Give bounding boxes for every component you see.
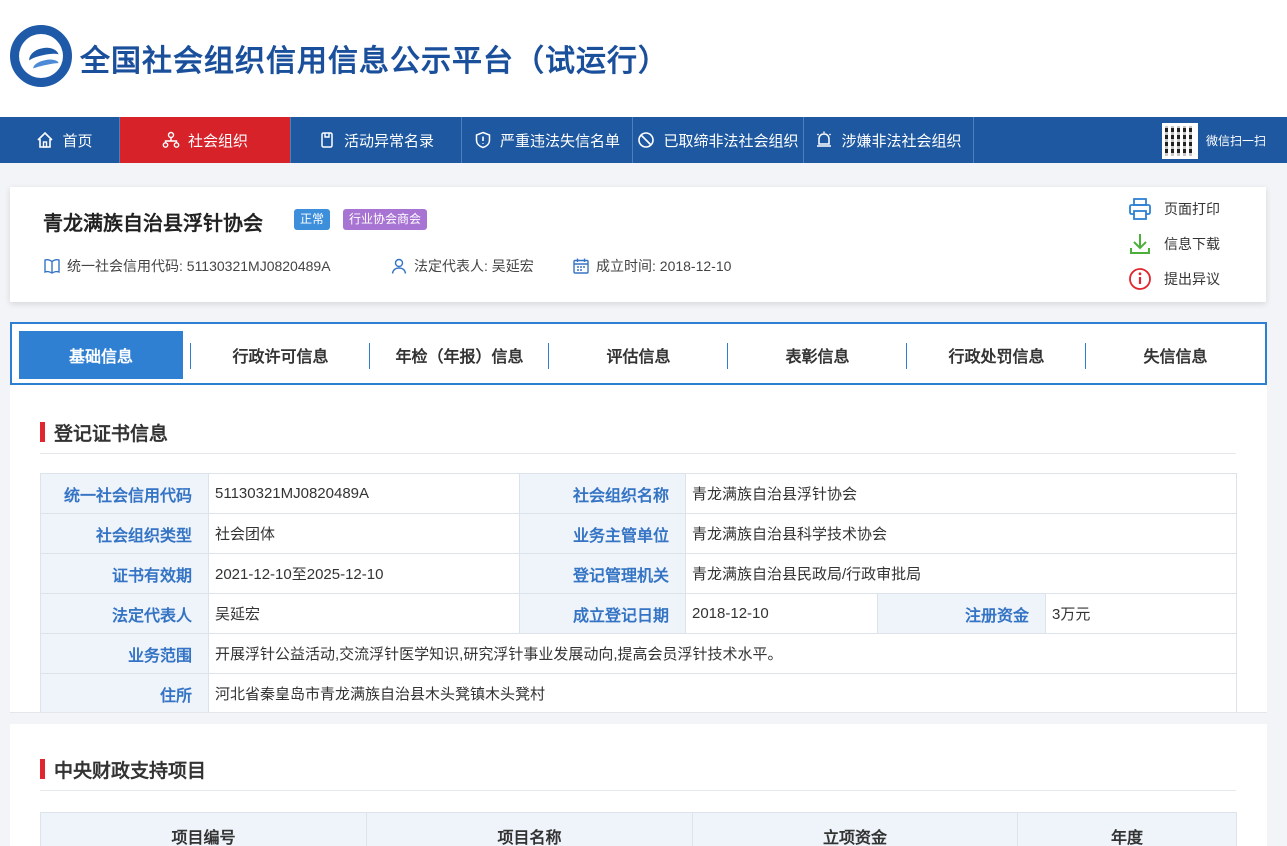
site-header: 全国社会组织信用信息公示平台（试运行） — [0, 0, 1287, 117]
raise-objection-button[interactable]: 提出异议 — [1128, 267, 1220, 291]
field-value: 2021-12-10至2025-12-10 — [208, 553, 520, 594]
legal-rep-text: 法定代表人: 吴延宏 — [414, 258, 534, 274]
field-label: 社会组织类型 — [40, 513, 209, 554]
section-title-projects: 中央财政支持项目 — [40, 756, 206, 783]
table-row: 证书有效期 2021-12-10至2025-12-10 登记管理机关 青龙满族自… — [40, 553, 1238, 594]
ban-icon — [638, 132, 655, 148]
download-info-button[interactable]: 信息下载 — [1128, 232, 1220, 256]
org-type-badge: 行业协会商会 — [343, 209, 428, 230]
field-label: 登记管理机关 — [519, 553, 686, 594]
field-value: 2018-12-10 — [685, 593, 878, 634]
column-header: 年度 — [1017, 812, 1237, 846]
document-icon — [321, 132, 333, 148]
field-label: 成立登记日期 — [519, 593, 686, 634]
print-page-button[interactable]: 页面打印 — [1128, 197, 1220, 221]
field-label: 业务主管单位 — [519, 513, 686, 554]
field-label: 注册资金 — [877, 593, 1046, 634]
field-value: 青龙满族自治县科学技术协会 — [684, 513, 1238, 554]
table-row: 统一社会信用代码 51130321MJ0820489A 社会组织名称 青龙满族自… — [40, 473, 1238, 514]
field-label: 统一社会信用代码 — [40, 473, 209, 514]
nav-item-suspected-illegal[interactable]: 涉嫌非法社会组织 — [804, 117, 974, 163]
nav-item-label: 社会组织 — [187, 132, 248, 150]
download-info-label: 信息下载 — [1164, 236, 1220, 252]
column-header: 立项资金 — [692, 812, 1018, 846]
nav-item-social-org[interactable]: 社会组织 — [120, 117, 291, 163]
meta-founded: 成立时间: 2018-12-10 — [572, 256, 731, 276]
tab-commendation[interactable]: 表彰信息 — [728, 331, 907, 379]
download-icon — [1130, 234, 1150, 254]
logo-emblem — [19, 34, 63, 78]
calendar-icon — [573, 258, 589, 274]
column-header: 项目编号 — [40, 812, 367, 846]
field-value: 吴延宏 — [208, 593, 520, 634]
section-divider — [10, 712, 1267, 724]
org-summary-card: 青龙满族自治县浮针协会 正常 行业协会商会 统一社会信用代码: 51130321… — [10, 187, 1266, 302]
site-title: 全国社会组织信用信息公示平台（试运行） — [80, 45, 669, 78]
site-logo[interactable] — [10, 25, 72, 87]
book-icon — [44, 258, 60, 274]
table-row: 住所 河北省秦皇岛市青龙满族自治县木头凳镇木头凳村 — [40, 673, 1238, 714]
info-tabs: 基础信息 行政许可信息 年检（年报）信息 评估信息 表彰信息 行政处罚信息 失信… — [10, 322, 1267, 385]
content-panel: 登记证书信息 统一社会信用代码 51130321MJ0820489A 社会组织名… — [10, 385, 1267, 846]
table-header-row: 项目编号 项目名称 立项资金 年度 — [40, 812, 1237, 846]
info-circle-icon — [1129, 268, 1151, 290]
org-chart-icon — [162, 131, 180, 148]
status-badge: 正常 — [294, 209, 331, 230]
field-label: 住所 — [40, 673, 209, 714]
nav-item-home[interactable]: 首页 — [10, 117, 120, 163]
alert-icon — [817, 131, 832, 147]
founded-text: 成立时间: 2018-12-10 — [596, 258, 732, 274]
tab-evaluation[interactable]: 评估信息 — [549, 331, 728, 379]
projects-table: 项目编号 项目名称 立项资金 年度 — [40, 812, 1237, 846]
nav-item-label: 首页 — [62, 132, 93, 150]
nav-item-label: 活动异常名录 — [343, 132, 434, 150]
field-value: 3万元 — [1044, 593, 1238, 634]
raise-objection-label: 提出异议 — [1164, 271, 1220, 287]
main-nav: 首页 社会组织 活动异常名录 严重违法失信名单 已取缔非法社会组织 涉嫌非法社会… — [0, 117, 1287, 163]
field-value: 社会团体 — [208, 513, 520, 554]
tab-admin-penalty[interactable]: 行政处罚信息 — [907, 331, 1086, 379]
credit-code-text: 统一社会信用代码: 51130321MJ0820489A — [67, 258, 331, 274]
certificate-table: 统一社会信用代码 51130321MJ0820489A 社会组织名称 青龙满族自… — [40, 473, 1238, 714]
tab-dishonesty[interactable]: 失信信息 — [1086, 331, 1265, 379]
field-value: 青龙满族自治县浮针协会 — [684, 473, 1238, 514]
home-icon — [37, 131, 54, 148]
field-label: 证书有效期 — [40, 553, 209, 594]
field-label: 法定代表人 — [40, 593, 209, 634]
section-rule — [40, 453, 1236, 454]
field-value: 开展浮针公益活动,交流浮针医学知识,研究浮针事业发展动向,提高会员浮针技术水平。 — [207, 633, 1238, 674]
org-name: 青龙满族自治县浮针协会 — [43, 213, 263, 235]
tab-admin-license[interactable]: 行政许可信息 — [191, 331, 370, 379]
wechat-scan-label: 微信扫一扫 — [1206, 134, 1267, 148]
tab-annual-report[interactable]: 年检（年报）信息 — [370, 331, 549, 379]
nav-item-abnormal-list[interactable]: 活动异常名录 — [291, 117, 462, 163]
field-label: 业务范围 — [40, 633, 209, 674]
table-row: 法定代表人 吴延宏 成立登记日期 2018-12-10 注册资金 3万元 — [40, 593, 1238, 634]
field-value: 51130321MJ0820489A — [208, 473, 520, 514]
field-value: 河北省秦皇岛市青龙满族自治县木头凳镇木头凳村 — [207, 673, 1238, 714]
section-rule — [40, 790, 1236, 791]
print-page-label: 页面打印 — [1164, 201, 1220, 217]
column-header: 项目名称 — [366, 812, 693, 846]
tab-basic-info[interactable]: 基础信息 — [19, 331, 183, 379]
wechat-qr-code[interactable] — [1162, 123, 1198, 159]
meta-credit-code: 统一社会信用代码: 51130321MJ0820489A — [43, 256, 331, 276]
nav-item-banned-org[interactable]: 已取缔非法社会组织 — [633, 117, 804, 163]
nav-item-serious-violation[interactable]: 严重违法失信名单 — [462, 117, 633, 163]
shield-icon — [475, 131, 491, 149]
nav-item-label: 涉嫌非法社会组织 — [841, 132, 962, 150]
field-label: 社会组织名称 — [519, 473, 686, 514]
meta-legal-rep: 法定代表人: 吴延宏 — [390, 256, 534, 276]
nav-item-label: 已取缔非法社会组织 — [663, 132, 799, 150]
nav-item-label: 严重违法失信名单 — [499, 132, 620, 150]
table-row: 业务范围 开展浮针公益活动,交流浮针医学知识,研究浮针事业发展动向,提高会员浮针… — [40, 633, 1238, 674]
field-value: 青龙满族自治县民政局/行政审批局 — [684, 553, 1238, 594]
section-title-certificate: 登记证书信息 — [40, 419, 168, 446]
person-icon — [391, 258, 407, 274]
printer-icon — [1129, 198, 1151, 220]
qr-code-icon — [1165, 126, 1195, 156]
table-row: 社会组织类型 社会团体 业务主管单位 青龙满族自治县科学技术协会 — [40, 513, 1238, 554]
